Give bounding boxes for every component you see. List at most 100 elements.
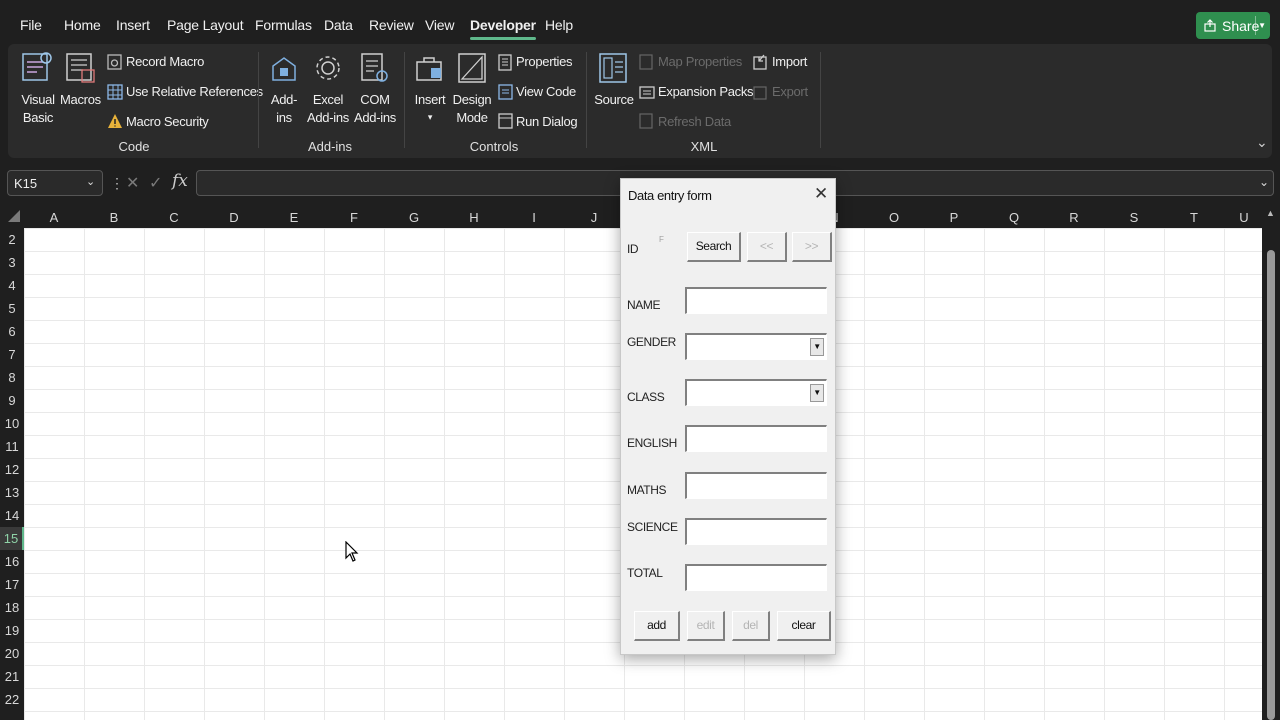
share-button[interactable]: Share ▼: [1196, 12, 1270, 39]
add-ins-label-1: Add-: [270, 92, 298, 107]
data-entry-form-dialog: Data entry form ✕ ID F Search << >> NAME…: [620, 178, 836, 655]
column-header[interactable]: D: [204, 210, 264, 225]
column-header[interactable]: Q: [984, 210, 1044, 225]
menu-home[interactable]: Home: [64, 17, 101, 33]
gender-combobox[interactable]: ▼: [685, 333, 827, 360]
clear-button[interactable]: clear: [777, 611, 831, 641]
row-header[interactable]: 18: [0, 596, 24, 619]
row-header[interactable]: 12: [0, 458, 24, 481]
next-record-button[interactable]: >>: [792, 232, 832, 262]
column-header[interactable]: B: [84, 210, 144, 225]
edit-button[interactable]: edit: [687, 611, 725, 641]
column-header[interactable]: C: [144, 210, 204, 225]
column-header[interactable]: J: [564, 210, 624, 225]
insert-function-icon[interactable]: fx: [172, 171, 188, 191]
xml-group-label: XML: [690, 139, 718, 154]
menu-page-layout[interactable]: Page Layout: [167, 17, 244, 33]
class-combobox[interactable]: ▼: [685, 379, 827, 406]
row-header[interactable]: 6: [0, 320, 24, 343]
row-header[interactable]: 9: [0, 389, 24, 412]
maths-input[interactable]: [685, 472, 827, 499]
row-header[interactable]: 10: [0, 412, 24, 435]
column-header[interactable]: H: [444, 210, 504, 225]
gender-chevron-down-icon[interactable]: ▼: [810, 338, 824, 356]
row-header[interactable]: 11: [0, 435, 24, 458]
name-box-chevron-down-icon[interactable]: ⌄: [86, 175, 95, 188]
collapse-ribbon-chevron-icon[interactable]: ⌄: [1256, 134, 1268, 151]
total-input[interactable]: [685, 564, 827, 591]
row-header[interactable]: 5: [0, 297, 24, 320]
science-label: SCIENCE: [627, 520, 678, 534]
row-header[interactable]: 17: [0, 573, 24, 596]
science-input[interactable]: [685, 518, 827, 545]
row-header[interactable]: 8: [0, 366, 24, 389]
row-header[interactable]: 16: [0, 550, 24, 573]
export-icon: [753, 86, 767, 100]
search-button[interactable]: Search: [687, 232, 741, 262]
design-mode-icon: [458, 53, 486, 83]
row-header[interactable]: 19: [0, 619, 24, 642]
enter-icon: ✓: [149, 175, 163, 192]
menu-file[interactable]: File: [20, 17, 42, 33]
gear-icon: [316, 56, 340, 80]
com-add-ins-label-2: Add-ins: [354, 110, 396, 125]
menu-review[interactable]: Review: [369, 17, 414, 33]
menu-view[interactable]: View: [425, 17, 454, 33]
row-header[interactable]: 14: [0, 504, 24, 527]
row-header[interactable]: 13: [0, 481, 24, 504]
refresh-data-label: Refresh Data: [658, 114, 731, 129]
add-button[interactable]: add: [634, 611, 680, 641]
gender-label: GENDER: [627, 335, 676, 349]
column-header[interactable]: S: [1104, 210, 1164, 225]
vertical-scrollbar[interactable]: ▲: [1262, 206, 1280, 720]
close-icon[interactable]: ✕: [814, 184, 828, 204]
row-header[interactable]: 22: [0, 688, 24, 711]
scrollbar-thumb[interactable]: [1267, 250, 1275, 720]
dialog-title: Data entry form: [628, 188, 712, 203]
menu-developer[interactable]: Developer: [470, 17, 536, 40]
previous-record-button[interactable]: <<: [747, 232, 787, 262]
column-header[interactable]: P: [924, 210, 984, 225]
toolbox-icon: [416, 57, 442, 81]
menu-help[interactable]: Help: [545, 17, 573, 33]
menu-bar: File Home Insert Page Layout Formulas Da…: [0, 0, 1280, 44]
column-header[interactable]: T: [1164, 210, 1224, 225]
select-all-button[interactable]: [8, 210, 20, 222]
menu-data[interactable]: Data: [324, 17, 353, 33]
delete-button[interactable]: del: [732, 611, 770, 641]
expand-formula-bar-chevron-icon[interactable]: ⌄: [1259, 175, 1269, 189]
column-header[interactable]: O: [864, 210, 924, 225]
formula-bar-grip-icon[interactable]: ⋮: [110, 175, 124, 192]
share-chevron-icon[interactable]: ▼: [1258, 21, 1266, 30]
macros-label: Macros: [60, 92, 101, 107]
column-header[interactable]: F: [324, 210, 384, 225]
row-headers: 2 3 4 5 6 7 8 9 10 11 12 13 14 15 16 17 …: [0, 228, 24, 720]
menu-formulas[interactable]: Formulas: [255, 17, 312, 33]
english-input[interactable]: [685, 425, 827, 452]
group-separator: [586, 52, 587, 148]
scroll-up-icon[interactable]: ▲: [1266, 208, 1275, 218]
row-header-selected[interactable]: 15: [0, 527, 24, 550]
row-header[interactable]: 2: [0, 228, 24, 251]
row-header[interactable]: 20: [0, 642, 24, 665]
com-add-ins-label-1: COM: [360, 92, 390, 107]
add-ins-icon: [272, 57, 296, 81]
row-header[interactable]: 7: [0, 343, 24, 366]
row-header[interactable]: 3: [0, 251, 24, 274]
expansion-packs-label: Expansion Packs: [658, 84, 754, 99]
column-header[interactable]: I: [504, 210, 564, 225]
column-header[interactable]: U: [1224, 210, 1264, 225]
row-header[interactable]: 4: [0, 274, 24, 297]
id-value: F: [659, 235, 664, 244]
column-header[interactable]: R: [1044, 210, 1104, 225]
class-chevron-down-icon[interactable]: ▼: [810, 384, 824, 402]
name-input[interactable]: [685, 287, 827, 314]
column-header[interactable]: E: [264, 210, 324, 225]
macros-icon: [66, 53, 95, 83]
view-code-icon: [498, 84, 513, 100]
column-header[interactable]: G: [384, 210, 444, 225]
row-header[interactable]: 21: [0, 665, 24, 688]
menu-insert[interactable]: Insert: [116, 17, 150, 33]
share-icon: [1204, 19, 1216, 32]
column-header[interactable]: A: [24, 210, 84, 225]
